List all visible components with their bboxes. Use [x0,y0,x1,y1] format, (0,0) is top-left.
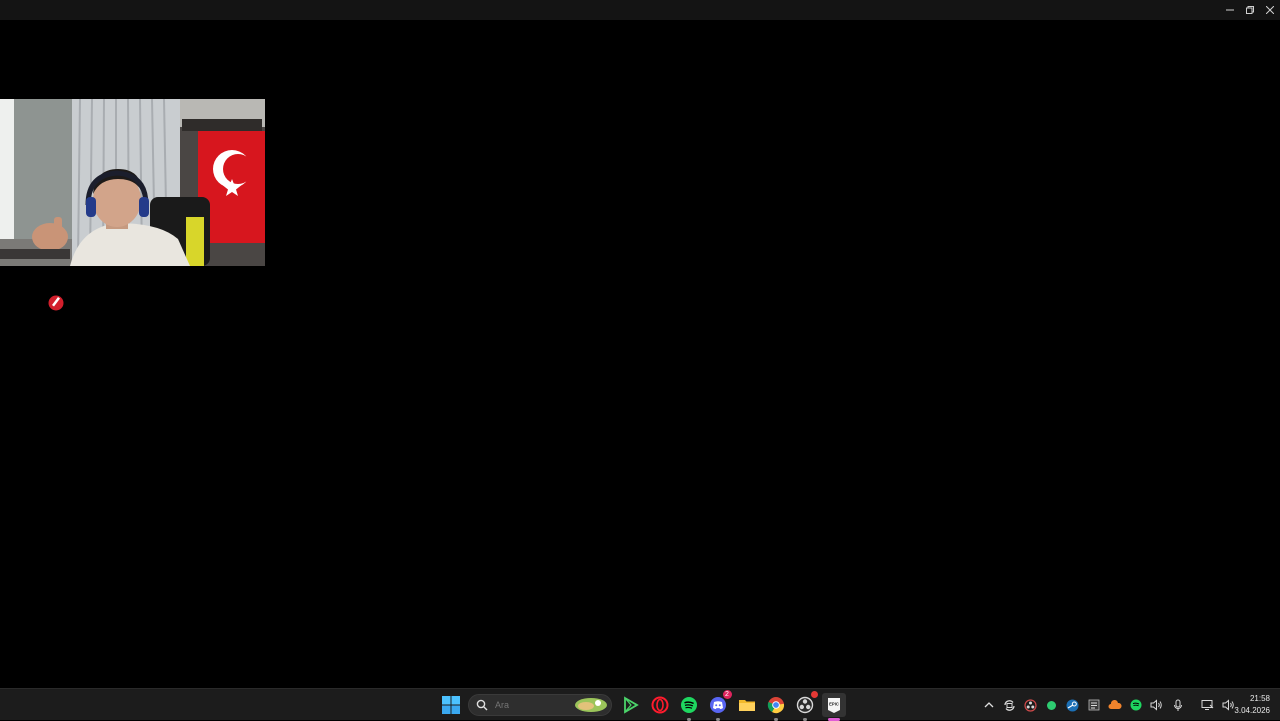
search-icon [476,699,488,711]
taskbar-search[interactable] [468,694,612,716]
clock-date: 3.04.2026 [1234,706,1270,715]
display-icon [1201,700,1213,710]
tray-microphone[interactable] [1169,696,1187,714]
folder-icon [738,700,755,711]
green-status-icon [1047,700,1056,710]
tray-display[interactable] [1198,696,1216,714]
speaker-icon [1150,699,1162,711]
obs-tray-icon [1024,698,1037,712]
minimize-icon [1226,9,1234,11]
restore-icon [1246,6,1254,14]
restore-button[interactable] [1240,0,1260,20]
steam-icon [1066,699,1079,711]
discord-icon [709,697,726,713]
app-tray-icon [1088,699,1099,711]
tray-app[interactable] [1085,696,1103,714]
spotify-tray-icon [1130,699,1141,711]
taskbar-epic-games-app[interactable]: EPIC [821,693,846,721]
tray-sync[interactable] [1001,696,1019,714]
close-icon [1266,6,1274,14]
tray-speaker[interactable] [1148,696,1166,714]
taskbar-file-explorer-app[interactable] [735,693,759,717]
clock-time: 21:58 [1249,694,1270,703]
chrome-icon [767,697,784,714]
window-controls [1220,0,1280,20]
search-highlight-icon [575,698,607,712]
recording-indicator [810,691,818,698]
webcam-feed [0,99,265,266]
microphone-icon [1173,699,1182,711]
obs-icon [796,696,813,714]
epic-games-icon: EPIC [827,697,840,713]
webcam-overlay [0,99,265,266]
epic-label: EPIC [829,701,839,706]
discord-notification-badge: 2 [722,690,732,699]
sync-icon [1004,699,1015,711]
windows-start-icon [441,696,460,714]
taskbar-discord-app[interactable]: 2 [706,690,732,721]
tray-spotify[interactable] [1127,696,1145,714]
taskbar-chrome-app[interactable] [764,693,788,721]
tray-status[interactable] [1043,696,1061,714]
minimize-button[interactable] [1220,0,1240,20]
cursor-overlay-icon [47,293,65,311]
taskbar-spotify-app[interactable] [677,693,701,721]
window-title-bar [0,0,1280,20]
taskbar-apps: 2 [436,689,848,721]
taskbar-play-app[interactable] [619,693,643,717]
tray-cloud[interactable] [1106,696,1124,714]
tray-obs[interactable] [1022,696,1040,714]
show-hidden-icons-button[interactable] [980,696,998,714]
tray-steam[interactable] [1064,696,1082,714]
search-input[interactable] [493,699,567,711]
taskbar-opera-app[interactable] [648,693,672,717]
start-button[interactable] [439,693,463,717]
close-button[interactable] [1260,0,1280,20]
taskbar-clock[interactable]: 21:58 3.04.2026 [1222,693,1270,717]
spotify-icon [680,697,697,713]
opera-icon [651,696,668,714]
taskbar: 2 [0,688,1280,721]
taskbar-obs-app[interactable] [793,691,818,721]
cloud-icon [1108,700,1122,709]
play-store-icon [623,696,639,714]
system-tray [978,689,1239,721]
chevron-up-icon [984,702,993,708]
